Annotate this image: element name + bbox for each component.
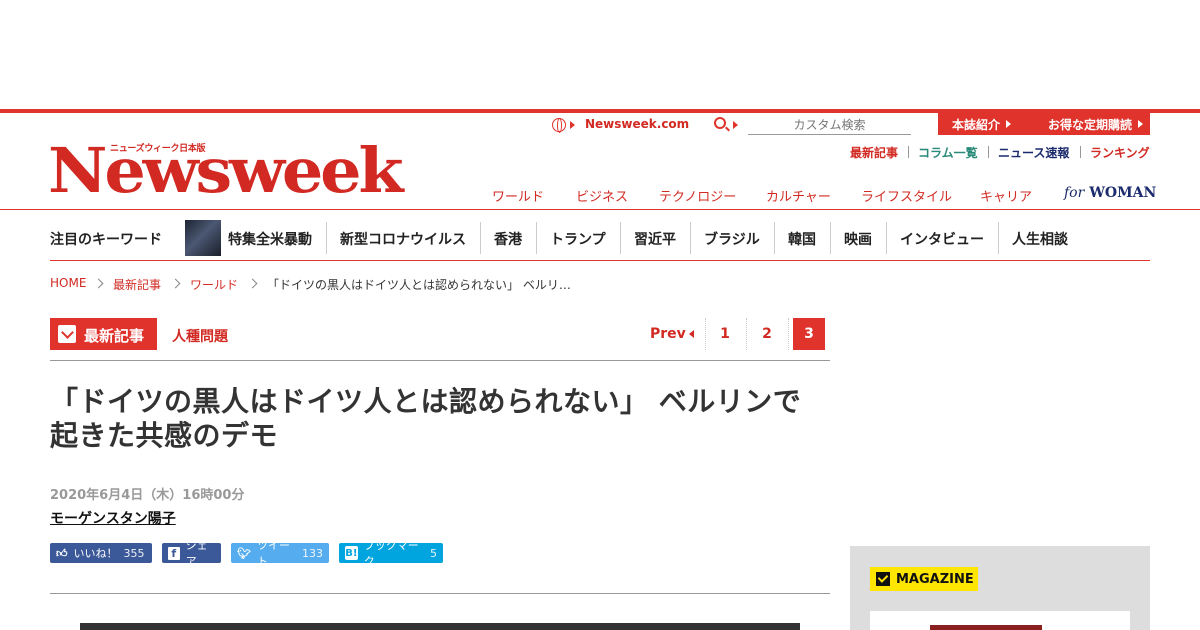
chevron-right-icon	[93, 278, 104, 289]
chevron-right-icon	[170, 278, 181, 289]
divider	[746, 318, 747, 350]
divider	[1080, 146, 1081, 158]
latest-articles-link[interactable]: 最新記事	[850, 144, 898, 161]
prev-page-link[interactable]: Prev	[650, 326, 686, 342]
facebook-icon: f	[168, 546, 180, 560]
nav-technology[interactable]: テクノロジー	[659, 186, 736, 205]
keyword-item[interactable]: ブラジル	[704, 229, 760, 249]
for-woman-prefix: for	[1064, 185, 1085, 201]
ranking-link[interactable]: ランキング	[1090, 144, 1150, 161]
page-current[interactable]: 3	[793, 318, 825, 350]
keyword-item[interactable]: 新型コロナウイルス	[340, 229, 466, 249]
globe-icon	[552, 118, 566, 133]
newsweek-com-link[interactable]: Newsweek.com	[585, 117, 689, 131]
like-count: 355	[123, 546, 145, 560]
article-title: 「ドイツの黒人はドイツ人とは認められない」 ベルリンで 起きた共感のデモ	[50, 385, 830, 453]
facebook-share-button[interactable]: f シェア	[162, 539, 221, 568]
magazine-label: MAGAZINE	[896, 571, 974, 587]
divider	[788, 318, 789, 350]
divider	[620, 222, 621, 254]
header-bottom-border	[0, 209, 1200, 210]
about-magazine-label: 本誌紹介	[952, 117, 1001, 132]
breadcrumb-latest[interactable]: 最新記事	[113, 276, 161, 293]
keyword-item[interactable]: 特集全米暴動	[228, 229, 312, 249]
header-top-border	[0, 109, 1200, 113]
chevron-right-icon	[247, 278, 258, 289]
author-link[interactable]: モーゲンスタン陽子	[50, 508, 176, 528]
news-flash-link[interactable]: ニュース速報	[998, 144, 1069, 161]
keyword-thumbnail[interactable]	[185, 220, 221, 256]
divider	[988, 146, 989, 158]
divider	[830, 222, 831, 254]
twitter-bird-icon: 🐦︎	[237, 546, 251, 560]
page-link-1[interactable]: 1	[710, 326, 740, 342]
share-label: シェア	[185, 539, 208, 568]
divider	[998, 222, 999, 254]
keyword-item[interactable]: 人生相談	[1012, 229, 1068, 249]
subscribe-tab[interactable]: お得な定期購読	[1022, 113, 1150, 135]
magazine-badge[interactable]: MAGAZINE	[870, 567, 978, 591]
magazine-cover-image[interactable]	[930, 625, 1042, 630]
divider	[326, 222, 327, 254]
category-row-border	[50, 360, 830, 361]
tweet-button[interactable]: 🐦︎ ツイート 133	[231, 539, 329, 568]
arrow-right-icon	[733, 121, 738, 129]
checkbox-icon	[58, 325, 76, 343]
keyword-item[interactable]: インタビュー	[900, 229, 984, 249]
category-label: 最新記事	[84, 327, 145, 345]
tweet-count: 133	[302, 546, 323, 560]
search-icon[interactable]	[714, 117, 726, 129]
hatena-icon: B!	[345, 546, 358, 560]
checkbox-icon	[876, 572, 890, 586]
divider	[536, 222, 537, 254]
newsweek-logo[interactable]: Newsweek	[48, 136, 404, 206]
arrow-right-icon	[570, 121, 575, 129]
thumbs-up-icon: 👍︎	[56, 546, 68, 560]
hatena-bookmark-button[interactable]: B! ブックマーク 5	[339, 539, 443, 568]
breadcrumb-home[interactable]: HOME	[50, 276, 86, 290]
column-list-link[interactable]: コラム一覧	[918, 144, 978, 161]
about-magazine-tab[interactable]: 本誌紹介	[926, 113, 1034, 135]
search-input[interactable]	[748, 115, 911, 135]
divider	[705, 318, 706, 350]
article-photo	[80, 623, 800, 630]
keyword-bar-border	[50, 260, 1150, 261]
nav-world[interactable]: ワールド	[492, 186, 544, 205]
keyword-item[interactable]: 香港	[494, 229, 522, 249]
divider	[908, 146, 909, 158]
nav-career[interactable]: キャリア	[980, 186, 1032, 205]
keyword-item[interactable]: 映画	[844, 229, 872, 249]
keywords-label: 注目のキーワード	[50, 232, 162, 248]
keyword-item[interactable]: トランプ	[550, 229, 606, 249]
for-woman-label: WOMAN	[1089, 185, 1157, 201]
nav-for-woman[interactable]: for WOMAN	[1064, 185, 1156, 201]
article-date: 2020年6月4日（木）16時00分	[50, 488, 245, 503]
like-label: いいね！	[73, 547, 118, 560]
nav-culture[interactable]: カルチャー	[766, 186, 831, 205]
arrow-right-icon	[1138, 120, 1144, 128]
subscribe-label: お得な定期購読	[1048, 117, 1133, 132]
hatena-label: ブックマーク	[363, 539, 419, 568]
nav-business[interactable]: ビジネス	[576, 186, 628, 205]
article-title-line1: 「ドイツの黒人はドイツ人とは認められない」 ベルリンで	[50, 385, 802, 418]
nav-lifestyle[interactable]: ライフスタイル	[861, 186, 952, 205]
arrow-left-icon	[689, 330, 694, 338]
keyword-item[interactable]: 韓国	[788, 229, 816, 249]
divider	[886, 222, 887, 254]
topic-tag-link[interactable]: 人種問題	[172, 326, 228, 346]
hatena-count: 5	[430, 546, 437, 560]
divider	[690, 222, 691, 254]
breadcrumb-current: 「ドイツの黒人はドイツ人とは認められない」 ベルリ…	[267, 278, 571, 292]
arrow-right-icon	[1006, 120, 1012, 128]
article-title-line2: 起きた共感のデモ	[50, 419, 279, 452]
breadcrumb-world[interactable]: ワールド	[190, 276, 238, 293]
divider	[774, 222, 775, 254]
facebook-like-button[interactable]: 👍︎ いいね！ 355	[50, 543, 152, 563]
keyword-item[interactable]: 習近平	[634, 229, 676, 249]
page-link-2[interactable]: 2	[752, 326, 782, 342]
tweet-label: ツイート	[256, 539, 290, 568]
article-divider	[50, 593, 830, 594]
divider	[480, 222, 481, 254]
newsweek-japan-sublogo: ニューズウィーク日本版	[110, 144, 206, 154]
